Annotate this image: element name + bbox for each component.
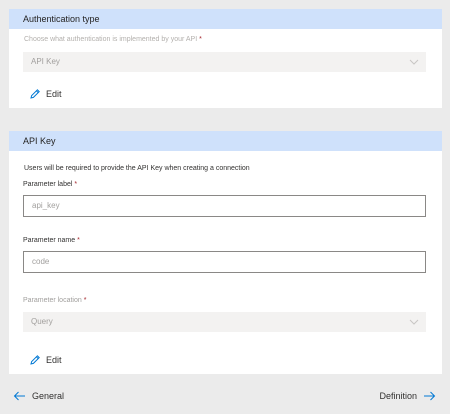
parameter-label-label: Parameter label *	[23, 181, 77, 188]
parameter-location-dropdown[interactable]: Query	[23, 312, 426, 332]
parameter-name-placeholder: code	[32, 257, 50, 266]
chevron-down-icon	[409, 319, 419, 325]
parameter-name-label: Parameter name *	[23, 237, 80, 244]
auth-type-selected: API Key	[31, 57, 60, 66]
parameter-location-selected: Query	[31, 317, 53, 326]
edit-label: Edit	[46, 89, 62, 99]
api-key-description: Users will be required to provide the AP…	[24, 165, 250, 172]
panel-header: Authentication type	[9, 9, 442, 29]
arrow-right-icon	[424, 391, 436, 401]
arrow-left-icon	[13, 391, 25, 401]
auth-hint-text: Choose what authentication is implemente…	[24, 36, 198, 43]
auth-hint: Choose what authentication is implemente…	[24, 36, 202, 43]
back-label: General	[32, 391, 65, 401]
api-key-edit-button[interactable]: Edit	[29, 353, 62, 367]
panel-header: API Key	[9, 131, 442, 151]
edit-label: Edit	[46, 355, 62, 365]
parameter-name-text: Parameter name	[23, 237, 76, 244]
pencil-icon	[30, 89, 40, 99]
auth-type-dropdown[interactable]: API Key	[23, 52, 426, 72]
pencil-icon	[30, 355, 40, 365]
parameter-location-text: Parameter location	[23, 297, 82, 304]
parameter-label-input[interactable]: api_key	[23, 195, 426, 217]
next-definition-button[interactable]: Definition	[379, 389, 436, 403]
auth-edit-button[interactable]: Edit	[29, 87, 62, 101]
parameter-label-text: Parameter label	[23, 181, 73, 188]
required-mark: *	[199, 36, 202, 43]
authentication-type-panel: Authentication type Choose what authenti…	[9, 9, 442, 108]
required-mark: *	[74, 181, 78, 188]
required-mark: *	[77, 237, 80, 244]
parameter-location-label: Parameter location *	[23, 297, 87, 304]
api-key-panel: API Key Users will be required to provid…	[9, 131, 442, 374]
required-mark: *	[83, 297, 87, 304]
next-label: Definition	[379, 391, 417, 401]
back-general-button[interactable]: General	[13, 389, 64, 403]
parameter-label-placeholder: api_key	[32, 201, 60, 210]
parameter-name-input[interactable]: code	[23, 251, 426, 273]
chevron-down-icon	[409, 59, 419, 65]
